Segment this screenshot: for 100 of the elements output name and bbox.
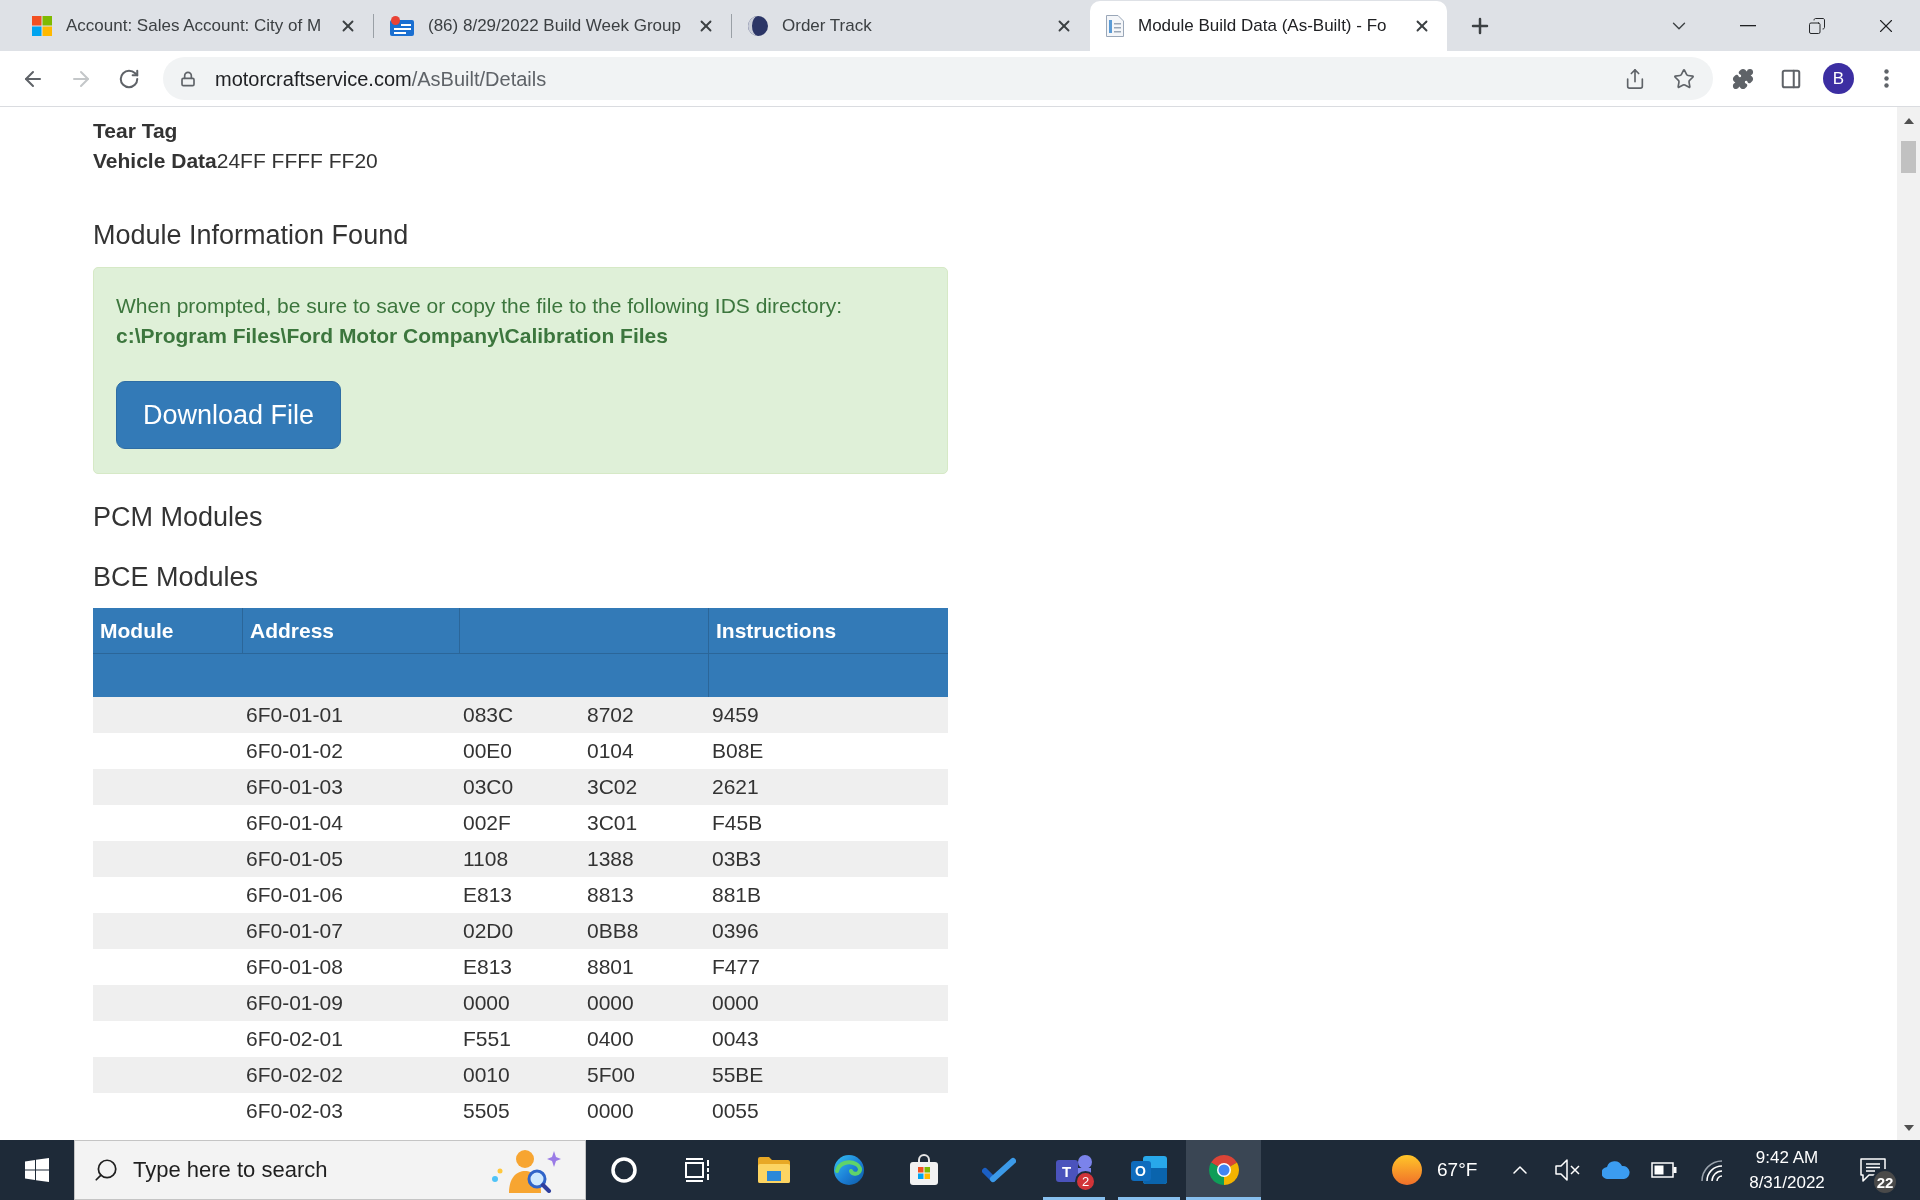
- scrollbar-thumb[interactable]: [1901, 141, 1916, 173]
- table-cell: 2621: [712, 775, 759, 798]
- table-cell: 1388: [587, 847, 634, 870]
- table-cell: E813: [463, 883, 513, 906]
- address-bar[interactable]: motorcraftservice.com/AsBuilt/Details: [163, 57, 1713, 100]
- table-cell: 6F0-01-03: [246, 775, 343, 798]
- table-cell: 00E0: [463, 739, 513, 762]
- table-cell: E813: [463, 955, 513, 978]
- table-cell: 6F0-02-03: [246, 1099, 343, 1122]
- lock-icon: [180, 70, 196, 87]
- table-cell: 8813: [587, 883, 634, 906]
- speaker-muted-icon[interactable]: [1555, 1159, 1581, 1181]
- section-heading: PCM Modules: [93, 502, 264, 532]
- table-cell: 6F0-01-02: [246, 739, 343, 762]
- restore-icon: [1807, 16, 1826, 35]
- table-cell: 0043: [712, 1027, 759, 1050]
- menu-icon: [1883, 69, 1889, 88]
- table-cell: 3C01: [587, 811, 638, 834]
- table-cell: 0055: [712, 1099, 759, 1122]
- table-cell: F45B: [712, 811, 763, 834]
- table-cell: 02D0: [463, 919, 514, 942]
- table-cell: 6F0-01-06: [246, 883, 343, 906]
- taskbar-app-button[interactable]: T 2: [1036, 1140, 1111, 1200]
- column-header: Address: [250, 617, 335, 644]
- alert-message: When prompted, be sure to save or copy the file to the following IDS directory:: [116, 293, 844, 319]
- minimize-icon: [1739, 24, 1756, 27]
- four-panes-icon: [25, 1158, 49, 1182]
- table-cell: 083C: [463, 703, 514, 726]
- cloud-icon[interactable]: [1602, 1161, 1630, 1179]
- table-cell: F477: [712, 955, 760, 978]
- star-icon: [1673, 67, 1695, 90]
- table-cell: 5F00: [587, 1063, 635, 1086]
- table-cell: 03B3: [712, 847, 762, 870]
- wifi-icon[interactable]: [1699, 1158, 1725, 1182]
- table-cell: 0400: [587, 1027, 634, 1050]
- browser-tab[interactable]: Account: Sales Account: City of M: [16, 1, 373, 51]
- search-box[interactable]: Type here to search: [74, 1140, 586, 1200]
- table-cell: 002F: [463, 811, 511, 834]
- table-cell: 6F0-01-08: [246, 955, 343, 978]
- browser-tab[interactable]: Module Build Data (As-Built) - Fo: [1090, 1, 1447, 51]
- table-cell: 6F0-01-04: [246, 811, 343, 834]
- table-cell: 6F0-01-05: [246, 847, 343, 870]
- puzzle-icon: [1732, 67, 1754, 90]
- table-cell: 03C0: [463, 775, 514, 798]
- browser-tab[interactable]: Order Track: [732, 1, 1089, 51]
- section-heading: Module Information Found: [93, 220, 410, 250]
- table-cell: 3C02: [587, 775, 638, 798]
- id-card-icon: [390, 16, 414, 36]
- down-arrow-icon[interactable]: [1903, 1125, 1914, 1131]
- reload-icon: [118, 67, 140, 90]
- field-label: Tear Tag: [93, 118, 178, 144]
- table-cell: 6F0-02-01: [246, 1027, 343, 1050]
- table-cell: 0000: [587, 991, 634, 1014]
- crescent-icon: [748, 16, 768, 36]
- table-cell: 6F0-01-07: [246, 919, 343, 942]
- table-cell: 8801: [587, 955, 634, 978]
- clock-date: 8/31/2022: [1749, 1172, 1825, 1194]
- field-label: Vehicle Data: [93, 148, 217, 174]
- battery-icon[interactable]: [1651, 1162, 1677, 1178]
- table-cell: 0000: [712, 991, 759, 1014]
- column-header: Module: [100, 617, 174, 644]
- up-arrow-icon[interactable]: [1903, 118, 1914, 124]
- table-cell: 0104: [587, 739, 634, 762]
- person-magnifier-icon: [491, 1147, 561, 1193]
- check-icon: [981, 1157, 1016, 1183]
- sun-icon: [1392, 1155, 1422, 1185]
- notifications-button[interactable]: 22: [1847, 1140, 1899, 1200]
- directory-path: c:\Program Files\Ford Motor Company\Calibration Files: [116, 323, 669, 349]
- table-cell: 8702: [587, 703, 634, 726]
- profile-button[interactable]: B: [1823, 63, 1854, 94]
- section-heading: BCE Modules: [93, 562, 260, 592]
- ring-icon: [610, 1157, 637, 1183]
- column-header: Instructions: [716, 617, 837, 644]
- search-field[interactable]: Type here to search: [133, 1150, 491, 1190]
- table-cell: 0396: [712, 919, 759, 942]
- folder-icon: [756, 1156, 791, 1184]
- search-icon: [93, 1157, 119, 1183]
- download-button[interactable]: Download File: [116, 381, 342, 449]
- taskbar-app-button[interactable]: O: [1111, 1140, 1186, 1200]
- table-cell: 6F0-02-02: [246, 1063, 343, 1086]
- table-cell: B08E: [712, 739, 764, 762]
- table-cell: 5505: [463, 1099, 510, 1122]
- clock-time: 9:42 AM: [1755, 1147, 1819, 1169]
- weather-button[interactable]: 67°F: [1385, 1140, 1496, 1200]
- table-cell: 0010: [463, 1063, 510, 1086]
- notification-badge: 22: [1872, 1169, 1898, 1195]
- browser-tab[interactable]: (86) 8/29/2022 Build Week Group: [374, 1, 731, 51]
- table-cell: 1108: [463, 847, 509, 870]
- swirl-icon: [832, 1154, 865, 1186]
- field-value: 24FF FFFF FF20: [216, 148, 378, 174]
- colored-wheel-icon: [1207, 1154, 1240, 1186]
- table-cell: 55BE: [712, 1063, 764, 1086]
- table-cell: F551: [463, 1027, 511, 1050]
- table-cell: 6F0-01-01: [246, 703, 343, 726]
- table-cell: 6F0-01-09: [246, 991, 343, 1014]
- table-cell: 0BB8: [587, 919, 639, 942]
- table-cell: 881B: [712, 883, 762, 906]
- table-cell: 0000: [463, 991, 510, 1014]
- four-squares-icon: [32, 16, 52, 36]
- table-cell: 9459: [712, 703, 759, 726]
